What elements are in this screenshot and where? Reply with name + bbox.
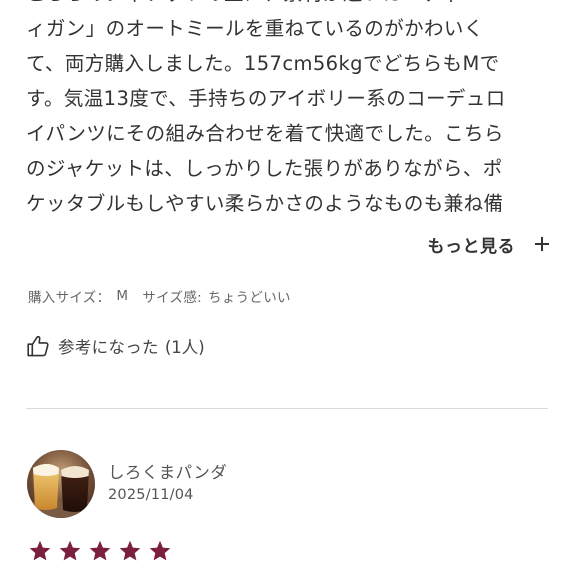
helpful-count: (1人) [164, 338, 205, 357]
thumbs-up-icon [27, 335, 49, 357]
review-text-line: す。気温13度で、手持ちのアイボリー系のコーデュロ [26, 87, 506, 110]
show-more-label: もっと見る [427, 236, 515, 257]
star-icon [149, 540, 171, 561]
review-date: 2025/11/04 [108, 487, 194, 503]
review-text-line: て、両方購入しました。157cm56kgでどちらもMで [26, 52, 500, 75]
review-text-line: ケッタブルもしやすい柔らかさのようなものも兼ね備 [26, 192, 504, 215]
star-icon [29, 540, 51, 561]
star-icon [59, 540, 81, 561]
review-text-line: ィガン」のオートミールを重ねているのがかわいく [26, 17, 484, 40]
review-text-line: イパンツにその組み合わせを着て快適でした。こちら [26, 122, 504, 145]
purchase-size-value: M [116, 288, 129, 304]
purchase-size-label: 購入サイズ： [28, 290, 111, 306]
star-icon [119, 540, 141, 561]
fit-value: ちょうどいい [208, 290, 291, 306]
show-more-button[interactable]: もっと見る [427, 230, 549, 258]
review-body: こちらのジャケットの上に、素材が近いカーディ ィガン」のオートミールを重ねている… [0, 0, 575, 221]
plus-icon [535, 237, 549, 251]
helpful-button[interactable]: 参考になった (1人) [26, 332, 205, 360]
avatar[interactable] [27, 450, 95, 518]
fit-label: サイズ感: [142, 290, 203, 306]
star-icon [89, 540, 111, 561]
review-text-line: のジャケットは、しっかりした張りがありながら、ポ [26, 157, 503, 180]
helpful-label: 参考になった [58, 338, 159, 357]
review-meta: 購入サイズ： M サイズ感: ちょうどいい [28, 285, 291, 307]
star-rating [28, 539, 178, 565]
reviewer-name: しろくまパンダ [108, 463, 228, 482]
beer-glasses-photo [27, 450, 95, 518]
review-divider [26, 408, 548, 409]
review-text-line: こちらのジャケットの上に、素材が近いカーディ [26, 0, 565, 11]
